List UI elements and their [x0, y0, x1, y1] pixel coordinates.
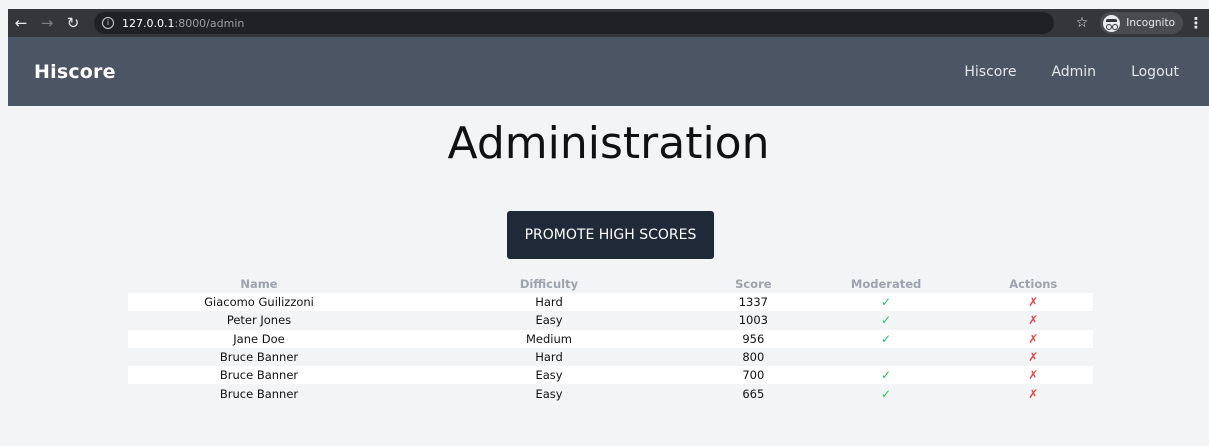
incognito-badge[interactable]: Incognito	[1100, 12, 1183, 34]
cell-score: 1337	[738, 295, 768, 310]
cell-score: 700	[742, 368, 765, 383]
moderated-check-icon: ✓	[881, 313, 892, 328]
page-title: Administration	[447, 118, 770, 169]
cell-difficulty: Easy	[535, 368, 563, 383]
bookmark-star-icon[interactable]: ☆	[1076, 15, 1089, 31]
table-row: Jane Doe Medium 956 ✓ ✗	[128, 329, 1093, 348]
nav-logout-link[interactable]: Logout	[1131, 64, 1179, 80]
cell-name: Giacomo Guilizzoni	[204, 295, 314, 310]
browser-toolbar: ← → ↻ i 127.0.0.1:8000/admin ☆ Incognito…	[8, 9, 1209, 37]
cell-difficulty: Easy	[535, 386, 563, 401]
cell-name: Jane Doe	[233, 331, 285, 346]
moderated-check-icon: ✓	[881, 295, 892, 310]
url-path: :8000/admin	[174, 16, 245, 30]
table-row: Peter Jones Easy 1003 ✓ ✗	[128, 311, 1093, 330]
header-score: Score	[735, 277, 772, 291]
cell-difficulty: Hard	[535, 350, 563, 365]
table-row: Bruce Banner Hard 800 ✗	[128, 347, 1093, 367]
cell-difficulty: Hard	[535, 295, 563, 310]
kebab-menu-icon[interactable]: ⋮	[1183, 14, 1209, 32]
delete-x-icon[interactable]: ✗	[1028, 313, 1038, 327]
header-name: Name	[240, 277, 278, 291]
cell-difficulty: Medium	[526, 331, 572, 346]
incognito-icon	[1103, 14, 1121, 32]
table-header-row: Name Difficulty Score Moderated Actions	[128, 275, 1093, 293]
info-icon[interactable]: i	[102, 17, 114, 29]
header-actions: Actions	[1009, 277, 1058, 291]
reload-icon[interactable]: ↻	[60, 9, 86, 37]
cell-name: Bruce Banner	[219, 386, 299, 401]
cell-name: Peter Jones	[226, 313, 292, 328]
cell-score: 956	[742, 331, 765, 346]
nav-hiscore-link[interactable]: Hiscore	[964, 64, 1016, 80]
brand-logo[interactable]: Hiscore	[34, 61, 116, 83]
header-difficulty: Difficulty	[519, 277, 579, 291]
cell-difficulty: Easy	[535, 313, 563, 328]
moderated-check-icon: ✓	[881, 386, 892, 401]
cell-score: 1003	[738, 313, 768, 328]
promote-high-scores-button[interactable]: PROMOTE HIGH SCORES	[507, 211, 714, 259]
delete-x-icon[interactable]: ✗	[1028, 350, 1038, 364]
delete-x-icon[interactable]: ✗	[1028, 332, 1038, 346]
scores-table: Name Difficulty Score Moderated Actions …	[128, 275, 1093, 403]
cell-name: Bruce Banner	[219, 368, 299, 383]
table-row: Giacomo Guilizzoni Hard 1337 ✓ ✗	[128, 293, 1093, 312]
url-host: 127.0.0.1	[122, 16, 175, 30]
back-arrow-icon[interactable]: ←	[8, 9, 34, 37]
moderated-check-icon: ✓	[881, 331, 892, 346]
address-bar[interactable]: i 127.0.0.1:8000/admin	[94, 12, 1054, 34]
main-nav: Hiscore Admin Logout	[929, 64, 1179, 80]
incognito-label: Incognito	[1126, 17, 1175, 29]
cell-name: Bruce Banner	[219, 350, 299, 365]
header-moderated: Moderated	[850, 277, 922, 291]
table-row: Bruce Banner Easy 665 ✓ ✗	[128, 384, 1093, 403]
cell-score: 665	[742, 386, 765, 401]
moderated-check-icon: ✓	[881, 368, 892, 383]
nav-admin-link[interactable]: Admin	[1051, 64, 1096, 80]
delete-x-icon[interactable]: ✗	[1028, 368, 1038, 382]
delete-x-icon[interactable]: ✗	[1028, 295, 1038, 309]
table-row: Bruce Banner Easy 700 ✓ ✗	[128, 366, 1093, 385]
forward-arrow-icon[interactable]: →	[34, 9, 60, 37]
cell-score: 800	[742, 350, 765, 365]
delete-x-icon[interactable]: ✗	[1028, 387, 1038, 401]
app-header: Hiscore Hiscore Admin Logout	[8, 37, 1209, 106]
